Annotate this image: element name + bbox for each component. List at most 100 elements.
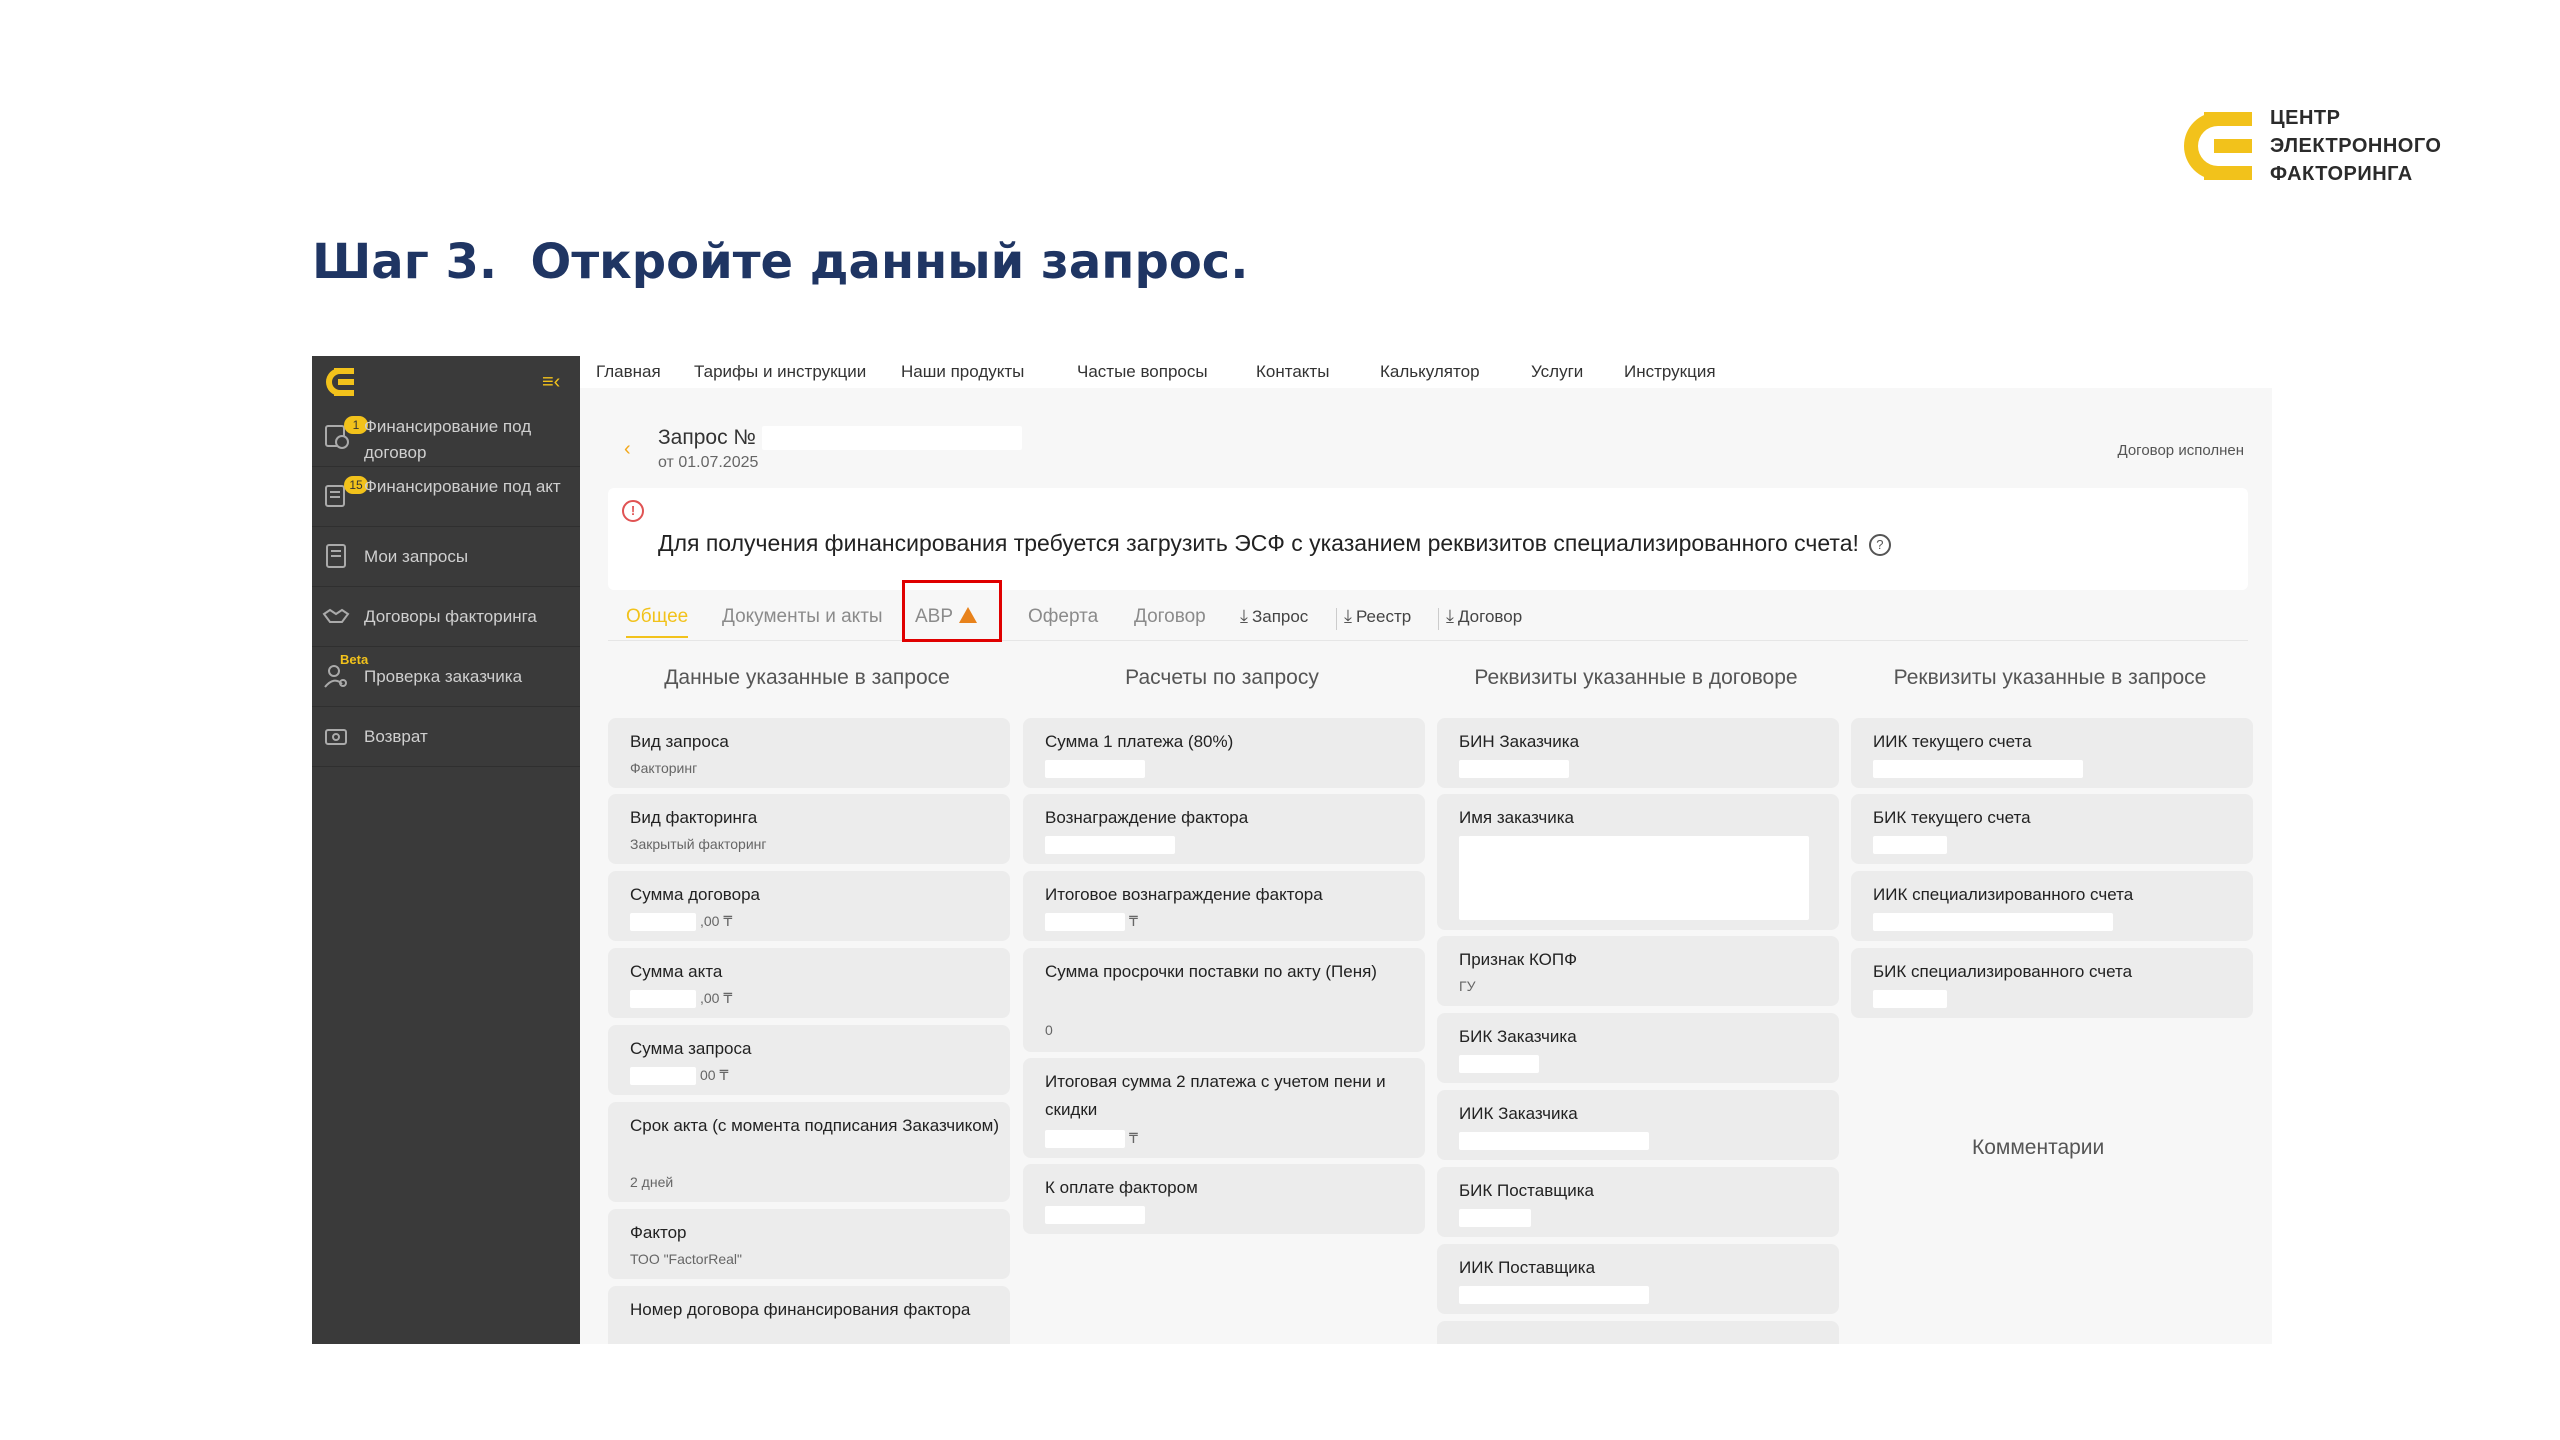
card-value: 2 дней (630, 1174, 674, 1190)
brand-line-2: ЭЛЕКТРОННОГО (2270, 135, 2442, 157)
app-logo-icon[interactable] (324, 366, 356, 398)
nav-item-calculator[interactable]: Калькулятор (1380, 362, 1480, 382)
info-card: Итоговая сумма 2 платежа с учетом пени и… (1023, 1058, 1425, 1158)
redacted-value (1459, 1055, 1539, 1073)
info-card: БИК текущего счета (1851, 794, 2253, 864)
card-label: Срок акта (с момента подписания Заказчик… (630, 1116, 1000, 1135)
nav-item-instruction[interactable]: Инструкция (1624, 362, 1716, 382)
info-card: Вид запроса Факторинг (608, 718, 1010, 788)
info-card (1437, 1321, 1839, 1344)
redacted-value (1045, 1206, 1145, 1224)
card-label: ИИК специализированного счета (1873, 885, 2134, 904)
slide-title: Шаг 3. Откройте данный запрос. (312, 234, 1249, 290)
card-value: ₸ (1129, 913, 1138, 929)
download-icon: ⤓ (1344, 606, 1352, 626)
download-label: Реестр (1355, 607, 1412, 626)
alert-banner: ! Для получения финансирования требуется… (608, 488, 2248, 590)
brand-name: ЦЕНТР ЭЛЕКТРОННОГО ФАКТОРИНГА (2270, 104, 2441, 188)
column-title: Расчеты по запросу (1125, 666, 1319, 689)
card-label: Сумма договора (630, 885, 760, 904)
nav-item-products[interactable]: Наши продукты (901, 362, 1024, 382)
sidebar-item-label: Мои запросы (364, 547, 469, 566)
card-label: БИК Поставщика (1459, 1181, 1595, 1200)
tab-general[interactable]: Общее (626, 606, 689, 638)
info-card: Сумма просрочки поставки по акту (Пеня) 0 (1023, 948, 1425, 1052)
sidebar-item-act-financing[interactable]: 15 Финансирование под акт (312, 468, 580, 527)
card-value: Закрытый факторинг (630, 836, 767, 852)
comments-heading: Комментарии (1972, 1136, 2105, 1159)
document-icon (326, 544, 346, 568)
info-card: Сумма акта ,00 ₸ (608, 948, 1010, 1018)
nav-item-tariffs[interactable]: Тарифы и инструкции (694, 362, 866, 382)
sidebar-item-return[interactable]: Возврат (312, 708, 580, 767)
help-icon[interactable]: ? (1868, 534, 1891, 556)
download-icon: ⤓ (1446, 606, 1454, 626)
sidebar-item-label: Договоры факторинга (364, 607, 537, 626)
card-label: Сумма акта (630, 962, 723, 981)
info-card: Вид факторинга Закрытый факторинг (608, 794, 1010, 864)
tab-offer[interactable]: Оферта (1028, 606, 1098, 628)
card-label: Вознаграждение фактора (1045, 808, 1249, 827)
brand-logo-icon (2184, 112, 2252, 180)
sidebar-item-label: Проверка заказчика (364, 667, 523, 686)
card-label: Признак КОПФ (1459, 950, 1578, 969)
card-label: Фактор (630, 1223, 687, 1242)
redacted-value (1459, 1132, 1649, 1150)
card-label: Сумма просрочки поставки по акту (Пеня) (1045, 962, 1377, 981)
card-label: БИК специализированного счета (1873, 962, 2133, 981)
column-title: Данные указанные в запросе (664, 666, 950, 689)
card-value: ГУ (1459, 978, 1476, 994)
redacted-value (1045, 836, 1175, 854)
alert-text: Для получения финансирования требуется з… (658, 530, 1891, 557)
card-label: Сумма запроса (630, 1039, 752, 1058)
redacted-value (1873, 760, 2083, 778)
sidebar-item-factoring-contracts[interactable]: Договоры факторинга (312, 588, 580, 647)
redacted-value (630, 1067, 696, 1085)
nav-item-home[interactable]: Главная (596, 362, 661, 382)
card-label: ИИК Поставщика (1459, 1258, 1596, 1277)
brand-line-3: ФАКТОРИНГА (2270, 163, 2413, 185)
info-card: ИИК Заказчика (1437, 1090, 1839, 1160)
redacted-value (630, 913, 696, 931)
info-card: БИК Поставщика (1437, 1167, 1839, 1237)
download-contract-link[interactable]: ⤓ Договор (1446, 606, 1522, 627)
card-label: Номер договора финансирования фактора (630, 1300, 971, 1319)
card-label: БИН Заказчика (1459, 732, 1580, 751)
nav-item-faq[interactable]: Частые вопросы (1077, 362, 1208, 382)
info-card: БИК специализированного счета (1851, 948, 2253, 1018)
info-card: Номер договора финансирования фактора (608, 1286, 1010, 1344)
column-title: Реквизиты указанные в запросе (1893, 666, 2207, 689)
back-arrow-icon[interactable]: ‹ (624, 438, 631, 461)
collapse-sidebar-icon[interactable]: ≡‹ (542, 370, 568, 394)
tab-contract[interactable]: Договор (1134, 606, 1206, 628)
card-label: Сумма 1 платежа (80%) (1045, 732, 1234, 751)
sidebar-item-customer-check[interactable]: Beta Проверка заказчика (312, 648, 580, 707)
info-card: Имя заказчика (1437, 794, 1839, 930)
card-value: Факторинг (630, 760, 698, 776)
sidebar-item-label: Возврат (364, 727, 428, 746)
nav-item-services[interactable]: Услуги (1531, 362, 1583, 382)
redacted-value (1873, 836, 1947, 854)
card-label: ИИК текущего счета (1873, 732, 2032, 751)
handshake-icon (322, 608, 350, 623)
redacted-value (1873, 913, 2113, 931)
nav-item-contacts[interactable]: Контакты (1256, 362, 1329, 382)
info-card: БИК Заказчика (1437, 1013, 1839, 1083)
info-card: Вознаграждение фактора (1023, 794, 1425, 864)
tab-documents[interactable]: Документы и акты (722, 606, 883, 628)
card-label: БИК текущего счета (1873, 808, 2031, 827)
card-value: 00 ₸ (700, 1067, 729, 1083)
redacted-value (1459, 836, 1809, 920)
download-registry-link[interactable]: ⤓ Реестр (1344, 606, 1411, 627)
redacted-value (1459, 1286, 1649, 1304)
sidebar-item-my-requests[interactable]: Мои запросы (312, 528, 580, 587)
card-value: ТОО "FactorReal" (630, 1251, 742, 1267)
sidebar: ≡‹ 1 Финансирование под договор 15 Финан… (312, 356, 580, 1344)
card-value: ,00 ₸ (700, 913, 733, 929)
column-title: Реквизиты указанные в договоре (1474, 666, 1798, 689)
info-card: Сумма 1 платежа (80%) (1023, 718, 1425, 788)
info-card: Сумма договора ,00 ₸ (608, 871, 1010, 941)
highlight-frame (902, 580, 1002, 642)
download-request-link[interactable]: ⤓ Запрос (1240, 606, 1308, 627)
sidebar-item-contract-financing[interactable]: 1 Финансирование под договор (312, 408, 580, 467)
